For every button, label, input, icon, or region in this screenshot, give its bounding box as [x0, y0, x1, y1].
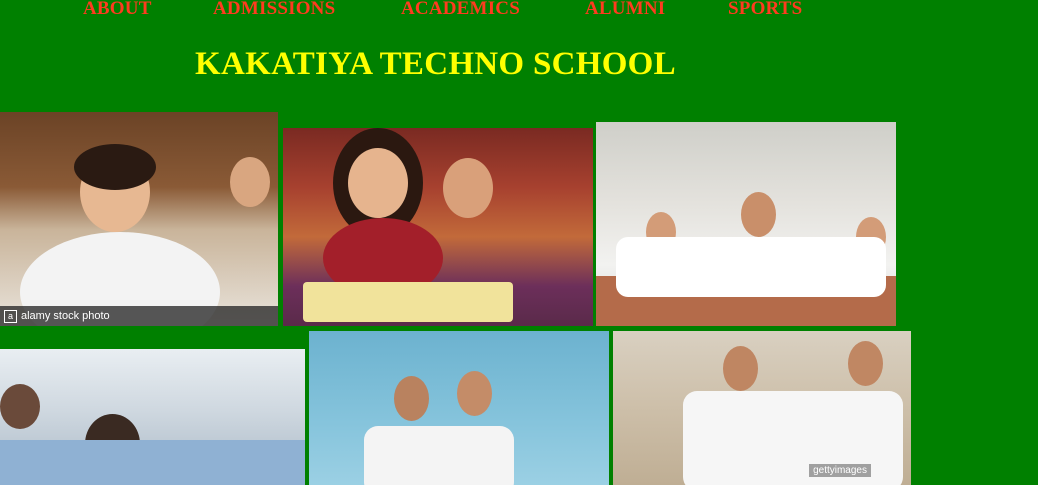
boy-face — [394, 376, 429, 421]
open-book — [303, 282, 513, 322]
student-back-left — [0, 384, 40, 429]
photo-watermark: alamy stock photo — [21, 310, 110, 322]
alamy-logo-icon: a — [4, 309, 17, 323]
photo-cheering-students — [596, 122, 896, 326]
second-girl — [443, 158, 493, 218]
girl-face — [457, 371, 492, 416]
nav-link-alumni[interactable]: ALUMNI — [585, 0, 665, 20]
photo-watermark-bar: a alamy stock photo — [0, 306, 278, 326]
exam-desks — [0, 440, 305, 485]
photo-watermark: gettyimages — [809, 464, 871, 477]
nav-link-sports[interactable]: SPORTS — [728, 0, 802, 20]
boy-right-face — [848, 341, 883, 386]
nav-link-admissions[interactable]: ADMISSIONS — [213, 0, 335, 20]
white-uniforms — [364, 426, 514, 485]
background-student — [230, 157, 270, 207]
girl-face — [348, 148, 408, 218]
photo-microscope-students — [309, 331, 609, 485]
page-title: KAKATIYA TECHNO SCHOOL — [195, 46, 676, 82]
white-shirts — [616, 237, 886, 297]
nav-link-academics[interactable]: ACADEMICS — [401, 0, 520, 20]
boy-left-face — [723, 346, 758, 391]
student-hair — [74, 144, 156, 190]
nav-link-about[interactable]: ABOUT — [83, 0, 152, 20]
student-center-face — [741, 192, 776, 237]
school-home-page: ABOUT ADMISSIONS ACADEMICS ALUMNI SPORTS… — [0, 0, 1038, 485]
photo-classroom-group: gettyimages — [613, 331, 911, 485]
photo-exam-hall — [0, 349, 305, 485]
photo-library-student: a alamy stock photo — [0, 112, 278, 326]
photo-girls-reading — [283, 128, 593, 326]
